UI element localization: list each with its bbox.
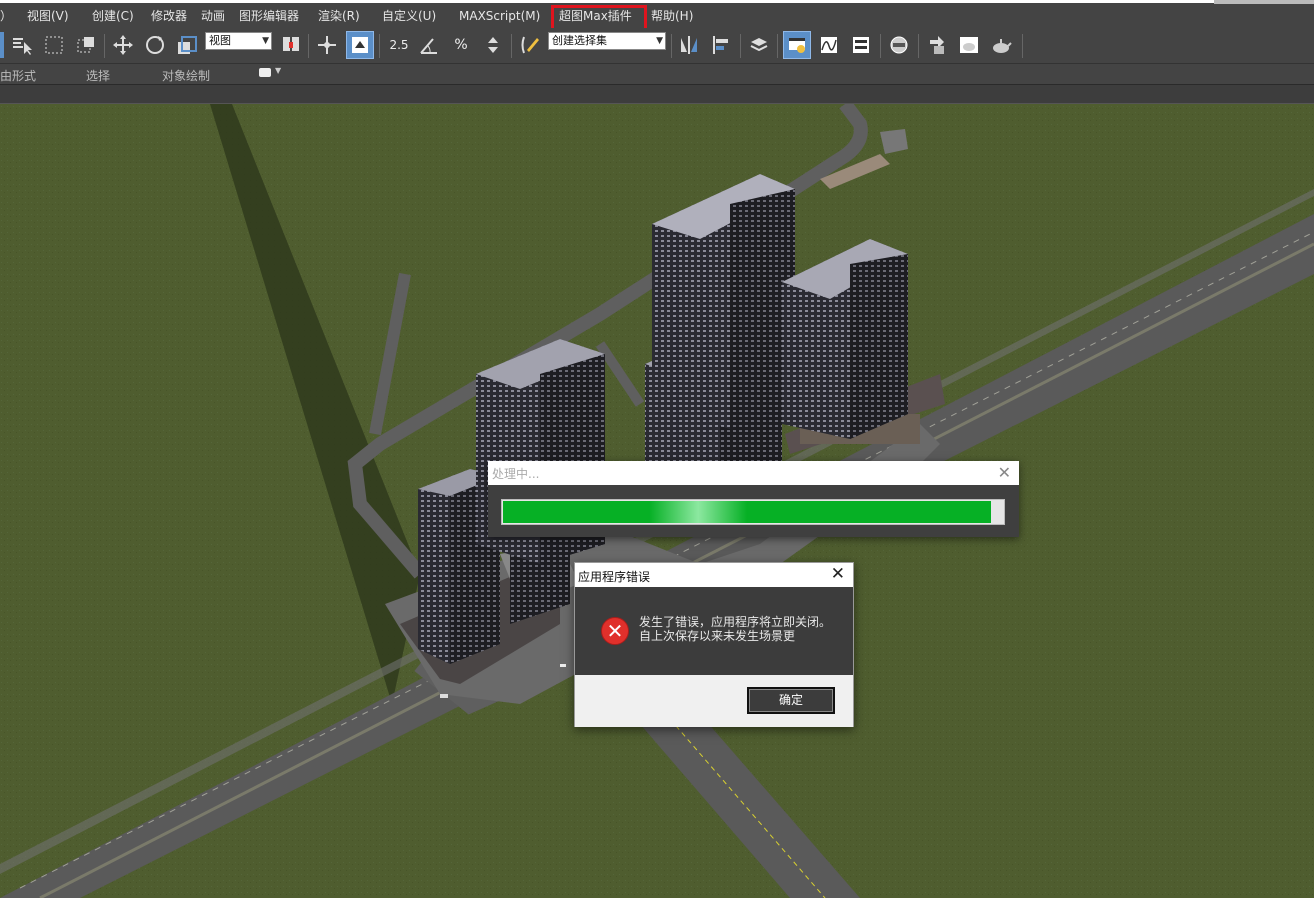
select-by-name-icon[interactable] [8,31,36,59]
percent-snap-icon[interactable]: % [447,31,475,59]
title-strip [1214,0,1314,4]
close-icon[interactable]: ✕ [831,564,845,584]
toolbar-separator [671,34,672,58]
menu-item-graph-editors[interactable]: 图形编辑器 [239,7,299,25]
named-selection-set-select[interactable]: 创建选择集 ▼ [548,32,666,50]
toolbar-separator [104,34,105,58]
ribbon-tab-object-paint[interactable]: 对象绘制 [162,67,210,84]
schematic-view-icon[interactable] [847,31,875,59]
material-editor-icon[interactable] [885,31,913,59]
processing-dialog-titlebar: 处理中... ✕ [488,461,1019,485]
processing-dialog-title: 处理中... [492,467,540,481]
menu-item-help[interactable]: 帮助(H) [651,7,693,25]
ribbon-chevron-down-icon[interactable]: ▼ [275,66,281,75]
reference-coord-value: 视图 [209,34,231,47]
angle-snap-icon[interactable] [415,31,443,59]
render-production-icon[interactable] [987,31,1015,59]
menu-bar: ） 视图(V) 创建(C) 修改器 动画 图形编辑器 渲染(R) 自定义(U) … [0,0,1314,33]
toolbar-separator [918,34,919,58]
named-selection-value: 创建选择集 [552,34,607,47]
toolbar-separator [740,34,741,58]
main-toolbar: 视图 ▼ 2.5 % 创建选择集 ▼ [0,28,1314,64]
layer-manager-icon[interactable] [745,31,773,59]
toolbar-separator [880,34,881,58]
error-message: 发生了错误，应用程序将立即关闭。自上次保存以来未发生场景更 [639,615,832,643]
rotate-icon[interactable] [141,31,169,59]
move-icon[interactable] [109,31,137,59]
reference-coord-select[interactable]: 视图 ▼ [205,32,272,50]
snap-toggle-icon[interactable]: 2.5 [384,31,414,59]
error-dialog-titlebar: 应用程序错误 ✕ [575,563,853,587]
error-dialog-title: 应用程序错误 [578,570,651,584]
error-icon: ✕ [601,617,629,645]
scale-icon[interactable] [173,31,201,59]
error-dialog-footer: 确定 [575,675,853,727]
progress-bar [501,499,1005,525]
mirror-icon[interactable] [675,31,703,59]
manipulate-icon[interactable] [313,31,341,59]
rendered-frame-window-icon[interactable] [955,31,983,59]
keyboard-shortcut-override-icon[interactable] [346,31,374,59]
error-dialog-body: ✕ 发生了错误，应用程序将立即关闭。自上次保存以来未发生场景更 [575,587,853,675]
rect-selection-icon[interactable] [40,31,68,59]
chevron-down-icon: ▼ [656,36,663,46]
ribbon-panel-strip [0,84,1314,104]
toolbar-separator [1022,34,1023,58]
scene-explorer-icon[interactable] [783,31,811,59]
menu-item-rendering[interactable]: 渲染(R) [318,7,360,25]
snap-toggle-label: 2.5 [389,38,409,52]
close-icon[interactable]: ✕ [998,463,1011,482]
toolbar-separator [308,34,309,58]
curve-editor-icon[interactable] [815,31,843,59]
spinner-snap-icon[interactable] [479,31,507,59]
toolbar-separator [777,34,778,58]
ribbon-tabs: 由形式 选择 对象绘制 ▼ [0,64,1314,84]
progress-bar-fill [503,501,991,523]
render-setup-icon[interactable] [923,31,951,59]
menu-item-prev[interactable]: ） [0,7,12,25]
edit-named-selection-icon[interactable] [516,31,544,59]
processing-dialog: 处理中... ✕ [488,461,1019,537]
align-icon[interactable] [707,31,735,59]
menu-item-modifiers[interactable]: 修改器 [151,7,187,25]
menu-item-maxscript[interactable]: MAXScript(M) [459,7,540,25]
application-error-dialog: 应用程序错误 ✕ ✕ 发生了错误，应用程序将立即关闭。自上次保存以来未发生场景更… [574,562,854,727]
ribbon-tab-freeform[interactable]: 由形式 [0,67,36,84]
ribbon-tab-selection[interactable]: 选择 [86,67,110,84]
toolbar-edge [0,32,4,58]
menu-item-view[interactable]: 视图(V) [27,7,69,25]
ribbon-options-icon[interactable] [259,68,271,77]
chevron-down-icon: ▼ [262,36,269,46]
toolbar-separator [511,34,512,58]
pivot-center-icon[interactable] [277,31,305,59]
menu-item-animation[interactable]: 动画 [201,7,225,25]
window-crossing-icon[interactable] [72,31,100,59]
menu-item-create[interactable]: 创建(C) [92,7,134,25]
ok-button[interactable]: 确定 [747,687,835,714]
menu-item-customize[interactable]: 自定义(U) [382,7,436,25]
toolbar-separator [379,34,380,58]
